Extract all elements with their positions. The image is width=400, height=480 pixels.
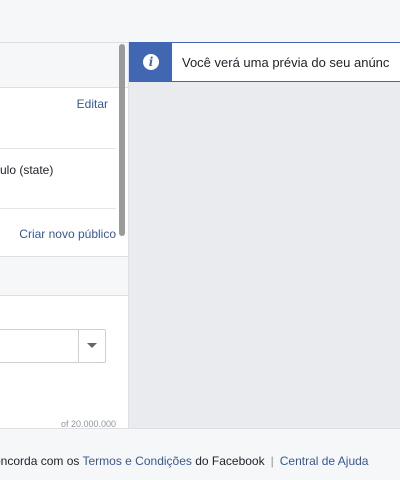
section-header (0, 42, 128, 88)
scrollbar-thumb[interactable] (119, 44, 125, 236)
footer-separator: | (270, 454, 274, 468)
audience-settings-panel: Editar ulo (state) Criar novo público of… (0, 42, 128, 428)
info-icon: i (143, 54, 159, 70)
top-bar (0, 0, 400, 42)
footer-line: oncorda com os Termos e Condições do Fac… (0, 454, 368, 468)
footer-prefix-text: oncorda com os (0, 454, 83, 468)
location-state-text: ulo (state) (0, 163, 54, 177)
footer-middle-text: do Facebook (191, 454, 265, 468)
footer: oncorda com os Termos e Condições do Fac… (0, 428, 400, 480)
dropdown-select[interactable] (0, 329, 106, 363)
terms-link[interactable]: Termos e Condições (83, 454, 192, 468)
audience-size-text: of 20.000.000 (60, 419, 116, 428)
preview-notice-text: Você verá uma prévia do seu anúnc (182, 55, 390, 70)
help-center-link[interactable]: Central de Ajuda (280, 454, 369, 468)
section-band (0, 256, 128, 296)
divider (0, 208, 116, 209)
create-new-audience-link[interactable]: Criar novo público (19, 227, 116, 241)
dropdown-separator (78, 330, 79, 362)
ad-preview-panel: i Você verá uma prévia do seu anúnc (128, 42, 400, 428)
notice-icon-box: i (130, 43, 172, 81)
preview-notice: i Você verá uma prévia do seu anúnc (129, 42, 400, 82)
chevron-down-icon[interactable] (87, 343, 97, 348)
divider (0, 148, 116, 149)
edit-link[interactable]: Editar (77, 97, 108, 111)
